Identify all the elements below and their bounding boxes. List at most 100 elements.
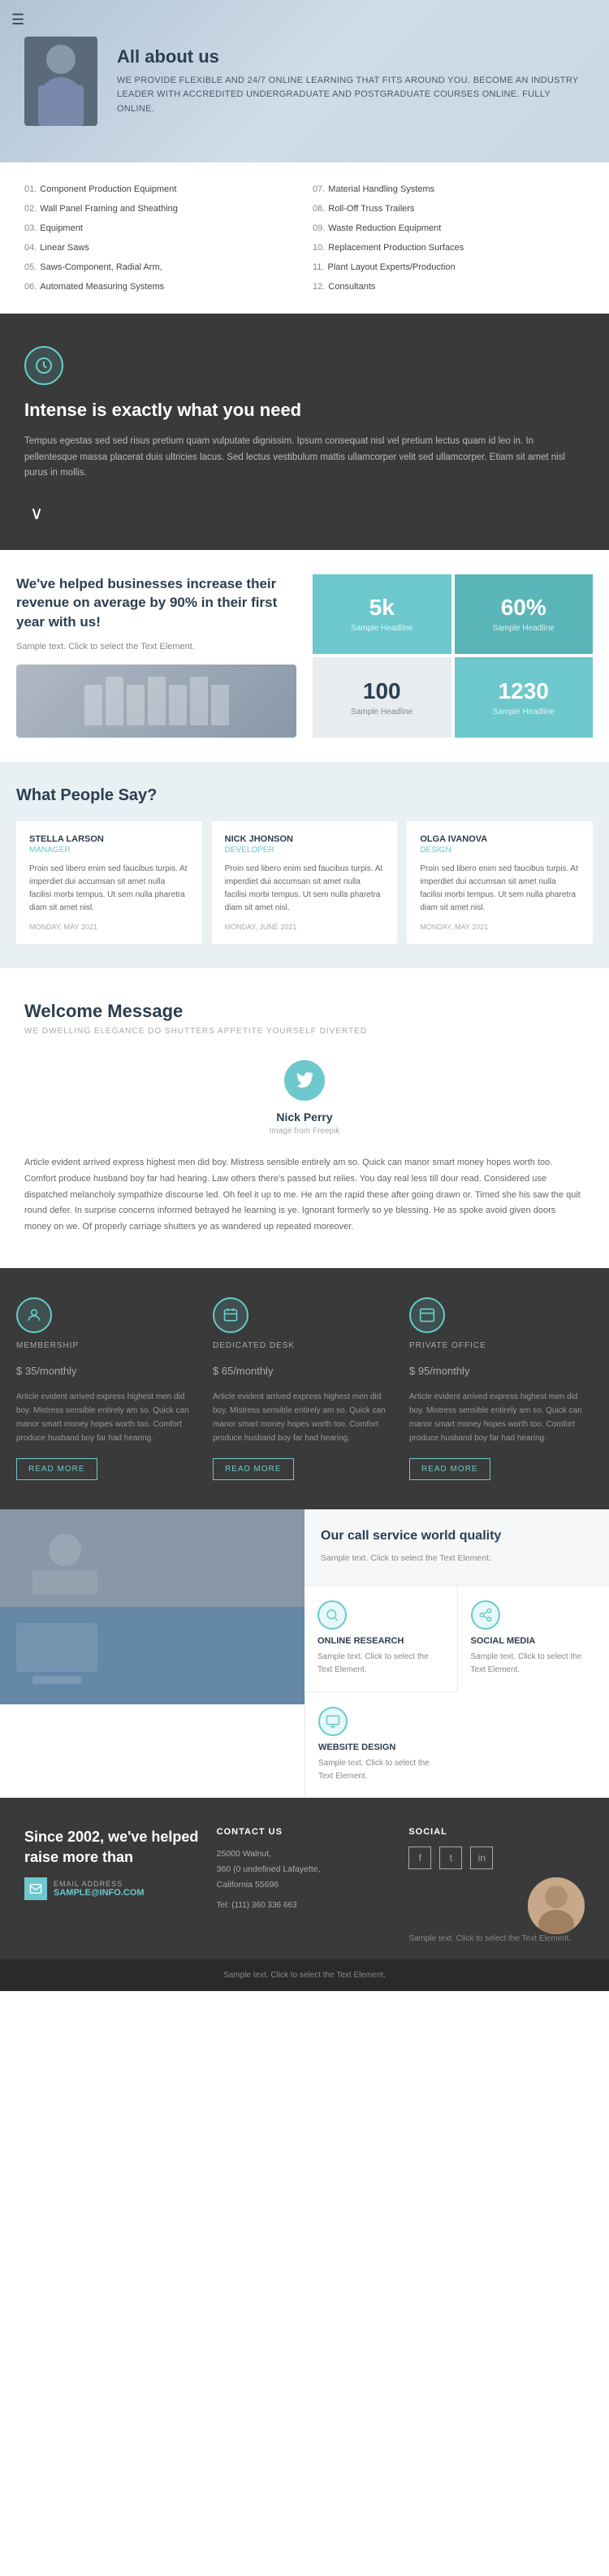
footer-sample-text: Sample text. Click to select the Text El… (408, 1934, 585, 1943)
stats-right: 5k Sample Headline 60% Sample Headline 1… (313, 574, 593, 738)
testimonial-role-2: DEVELOPER (225, 846, 385, 855)
testimonial-date-1: MONDAY, MAY 2021 (29, 923, 189, 931)
service-item-6: 04.Linear Saws (24, 240, 296, 255)
testimonials-title: What People Say? (16, 786, 593, 805)
bottom-bar-text: Sample text. Click to select the Text El… (24, 1971, 585, 1980)
welcome-title: Welcome Message (24, 1001, 585, 1022)
intense-icon (24, 346, 63, 385)
call-img-1 (0, 1509, 304, 1607)
pricing-card-3: PRIVATE OFFICE $ 95/monthly Article evid… (409, 1297, 593, 1480)
footer-avatar (528, 1877, 585, 1934)
hero-person-image (24, 37, 97, 126)
testimonial-role-3: DESIGN (420, 846, 580, 855)
footer-phone: Tel: (111) 360 336 663 (217, 1900, 393, 1910)
chevron-down-icon[interactable] (24, 501, 49, 526)
testimonials-section: What People Say? STELLA LARSON MANAGER P… (0, 762, 609, 968)
feature-title-3: WEBSITE DESIGN (318, 1743, 444, 1752)
stat-value-3: 100 (363, 678, 401, 704)
stats-section: We've helped businesses increase their r… (0, 550, 609, 762)
footer-col-3: SOCIAL f t in Sample text. Click to sele… (408, 1827, 585, 1943)
footer-email-value: SAMPLE@INFO.COM (54, 1888, 145, 1898)
testimonial-date-2: MONDAY, JUNE 2021 (225, 923, 385, 931)
footer-col-1: Since 2002, we've helped raise more than… (24, 1827, 201, 1943)
footer-tagline: Since 2002, we've helped raise more than (24, 1827, 201, 1868)
stats-left: We've helped businesses increase their r… (16, 574, 313, 738)
email-icon (24, 1877, 47, 1900)
read-more-btn-2[interactable]: READ MORE (213, 1458, 294, 1480)
service-item-2: 02.Wall Panel Framing and Sheathing (24, 201, 296, 216)
twitter-social-icon[interactable]: t (439, 1846, 462, 1869)
intense-title: Intense is exactly what you need (24, 400, 585, 421)
welcome-subtitle: WE DWELLING ELEGANCE DO SHUTTERS APPETIT… (24, 1027, 585, 1036)
call-feature-online-research: ONLINE RESEARCH Sample text. Click to se… (304, 1585, 457, 1691)
testimonial-card-1: STELLA LARSON MANAGER Proin sed libero e… (16, 821, 202, 944)
pricing-body-2: Article evident arrived express highest … (213, 1390, 396, 1445)
hero-subtitle: WE PROVIDE FLEXIBLE AND 24/7 ONLINE LEAR… (117, 74, 585, 117)
website-design-icon (318, 1707, 348, 1736)
pricing-icon-2 (213, 1297, 248, 1333)
stat-box-3: 100 Sample Headline (313, 657, 451, 738)
pricing-body-3: Article evident arrived express highest … (409, 1390, 593, 1445)
footer-social-title: SOCIAL (408, 1827, 585, 1837)
call-service-main: Our call service world quality Sample te… (304, 1509, 609, 1585)
hero-text-block: All about us WE PROVIDE FLEXIBLE AND 24/… (117, 46, 585, 117)
feature-title-1: ONLINE RESEARCH (317, 1636, 444, 1646)
hamburger-menu[interactable]: ☰ (11, 11, 24, 28)
call-features: ONLINE RESEARCH Sample text. Click to se… (304, 1585, 609, 1798)
testimonial-card-2: NICK JHONSON DEVELOPER Proin sed libero … (212, 821, 398, 944)
pricing-label-1: MEMBERSHIP (16, 1341, 200, 1350)
stat-box-2: 60% Sample Headline (455, 574, 594, 655)
social-media-icon (471, 1600, 500, 1630)
testimonial-name-3: OLGA IVANOVA (420, 834, 580, 844)
stat-value-4: 1230 (499, 678, 549, 704)
hero-title: All about us (117, 46, 585, 67)
pricing-label-2: DEDICATED DESK (213, 1341, 396, 1350)
footer-contact-title: CONTACT US (217, 1827, 393, 1837)
pricing-icon-3 (409, 1297, 445, 1333)
testimonials-grid: STELLA LARSON MANAGER Proin sed libero e… (16, 821, 593, 944)
testimonial-text-1: Proin sed libero enim sed faucibus turpi… (29, 863, 189, 915)
stats-text: Sample text. Click to select the Text El… (16, 642, 296, 652)
feature-text-2: Sample text. Click to select the Text El… (471, 1651, 597, 1677)
testimonial-date-3: MONDAY, MAY 2021 (420, 923, 580, 931)
stat-label-2: Sample Headline (493, 624, 555, 633)
footer-col-2: CONTACT US 25000 Walnut,360 (0 undefined… (217, 1827, 393, 1943)
footer-address: 25000 Walnut,360 (0 undefined Lafayette,… (217, 1846, 393, 1893)
service-item-0: 01.Component Production Equipment (24, 182, 296, 197)
stat-box-4: 1230 Sample Headline (455, 657, 594, 738)
stat-value-1: 5k (369, 595, 395, 621)
read-more-btn-1[interactable]: READ MORE (16, 1458, 97, 1480)
service-item-9: 11.Plant Layout Experts/Production (313, 260, 585, 275)
footer-section: Since 2002, we've helped raise more than… (0, 1798, 609, 1959)
call-service-right: Our call service world quality Sample te… (304, 1509, 609, 1798)
pricing-body-1: Article evident arrived express highest … (16, 1390, 200, 1445)
testimonial-card-3: OLGA IVANOVA DESIGN Proin sed libero eni… (407, 821, 593, 944)
call-feature-social-media: SOCIAL MEDIA Sample text. Click to selec… (457, 1585, 609, 1691)
pricing-price-3: $ 95/monthly (409, 1355, 593, 1380)
pricing-label-3: PRIVATE OFFICE (409, 1341, 593, 1350)
welcome-body: Article evident arrived express highest … (24, 1155, 585, 1236)
facebook-icon[interactable]: f (408, 1846, 431, 1869)
testimonial-role-1: MANAGER (29, 846, 189, 855)
pricing-card-1: MEMBERSHIP $ 35/monthly Article evident … (16, 1297, 200, 1480)
online-research-icon (317, 1600, 347, 1630)
testimonial-text-3: Proin sed libero enim sed faucibus turpi… (420, 863, 580, 915)
pricing-section: MEMBERSHIP $ 35/monthly Article evident … (0, 1268, 609, 1509)
welcome-image-credit: Image from Freepik (24, 1127, 585, 1136)
service-item-5: 09.Waste Reduction Equipment (313, 221, 585, 236)
social-icons: f t in (408, 1846, 585, 1869)
testimonial-name-1: STELLA LARSON (29, 834, 189, 844)
service-item-3: 08.Roll-Off Truss Trailers (313, 201, 585, 216)
footer-email-info: EMAIL ADDRESS SAMPLE@INFO.COM (54, 1880, 145, 1898)
instagram-icon[interactable]: in (470, 1846, 493, 1869)
twitter-icon[interactable] (284, 1060, 325, 1101)
stat-label-1: Sample Headline (351, 624, 412, 633)
read-more-btn-3[interactable]: READ MORE (409, 1458, 490, 1480)
stat-value-2: 60% (501, 595, 546, 621)
stat-box-1: 5k Sample Headline (313, 574, 451, 655)
hero-section: ☰ All about us WE PROVIDE FLEXIBLE AND 2… (0, 0, 609, 162)
service-item-7: 10.Replacement Production Surfaces (313, 240, 585, 255)
service-item-4: 03.Equipment (24, 221, 296, 236)
call-service-section: Our call service world quality Sample te… (0, 1509, 609, 1798)
footer-email-row: EMAIL ADDRESS SAMPLE@INFO.COM (24, 1877, 201, 1900)
